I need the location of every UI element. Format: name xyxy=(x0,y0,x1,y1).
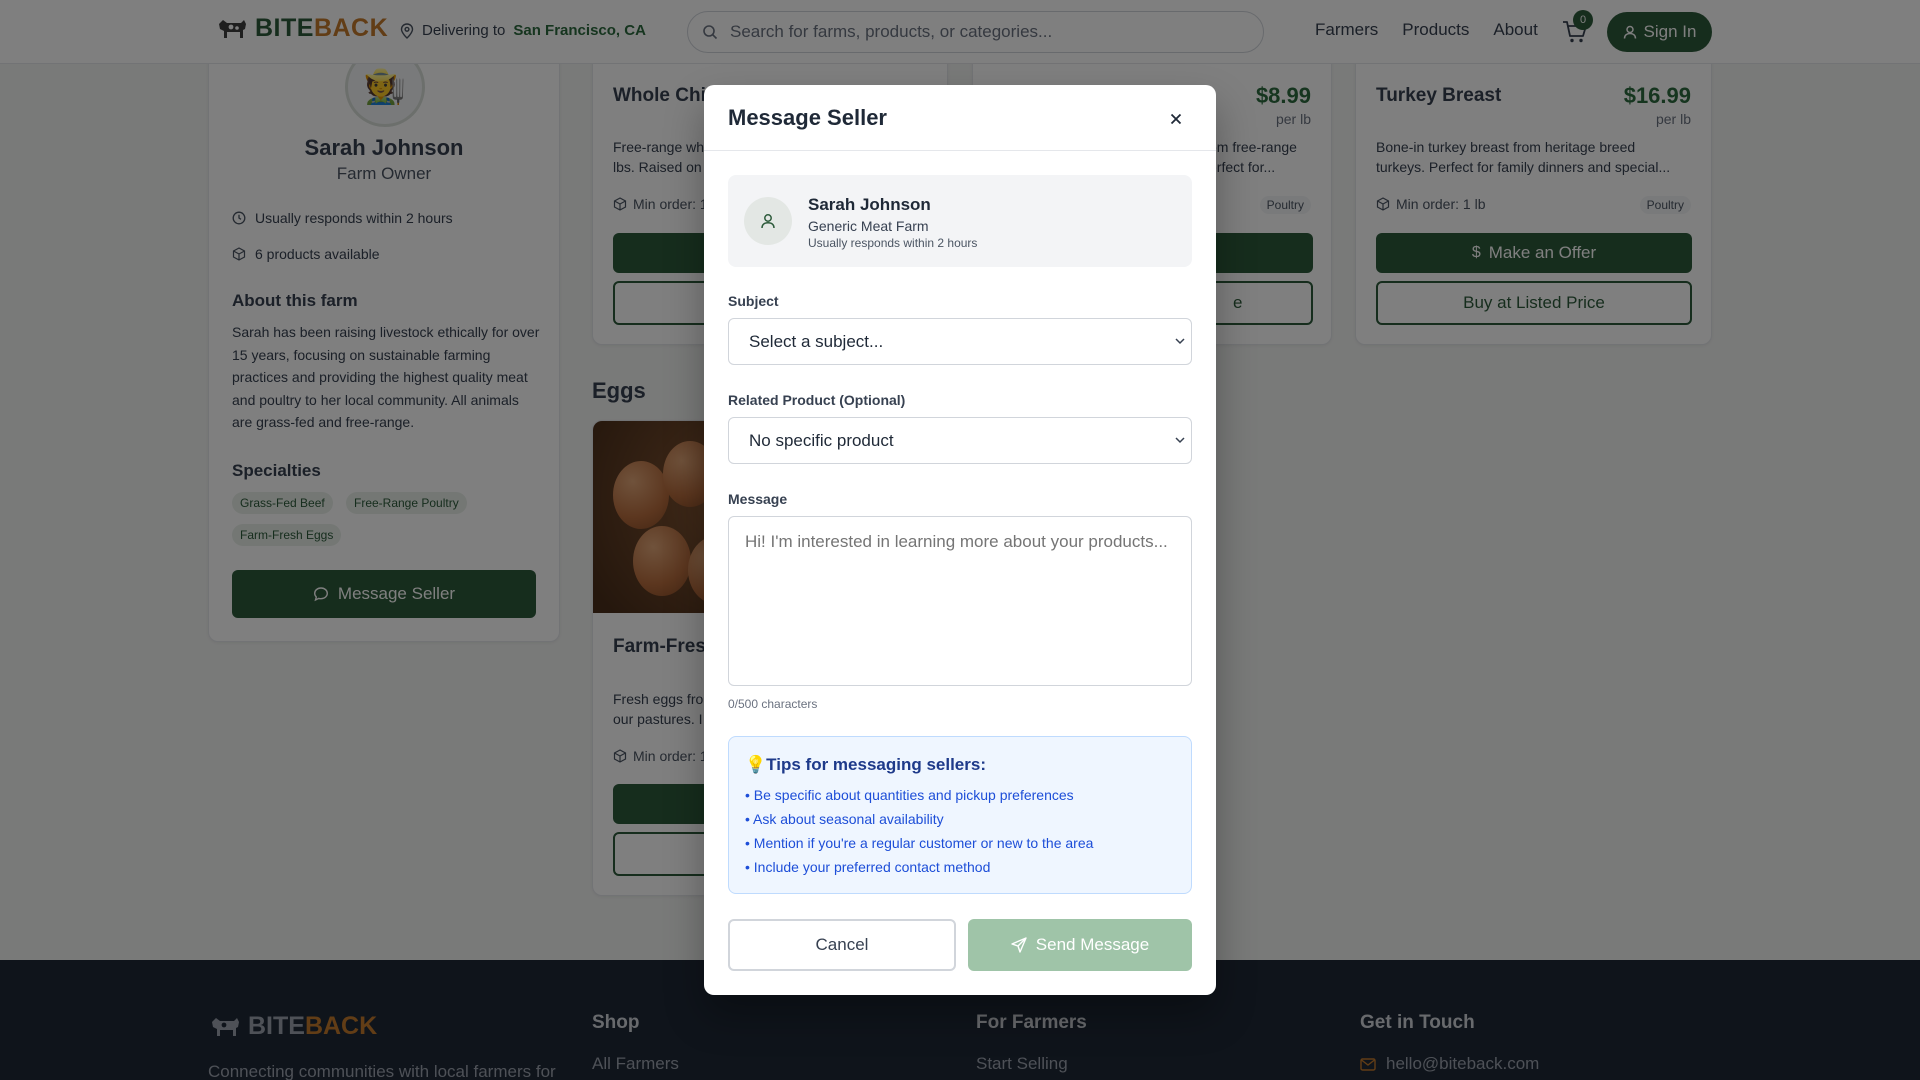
subject-select-value: Select a subject... xyxy=(749,331,884,351)
subject-label: Subject xyxy=(728,293,779,309)
related-product-value: No specific product xyxy=(749,430,894,450)
send-message-label: Send Message xyxy=(1035,935,1150,954)
seller-name: Sarah Johnson xyxy=(808,195,931,214)
character-count: 0/500 characters xyxy=(728,697,818,711)
modal-title: Message Seller xyxy=(728,105,887,130)
related-product-select[interactable]: No specific product xyxy=(728,417,1192,464)
seller-response-time: Usually responds within 2 hours xyxy=(808,236,978,250)
cancel-button[interactable]: Cancel xyxy=(728,919,956,971)
seller-farm-name: Generic Meat Farm xyxy=(808,218,929,234)
tip-item: • Include your preferred contact method xyxy=(745,859,991,875)
seller-avatar xyxy=(744,197,792,245)
chevron-down-icon xyxy=(1175,338,1185,345)
cancel-label: Cancel xyxy=(815,935,869,954)
chevron-down-icon xyxy=(1175,437,1185,444)
send-message-button[interactable]: Send Message xyxy=(968,919,1192,971)
modal-divider xyxy=(704,150,1216,151)
seller-info-box: Sarah Johnson Generic Meat Farm Usually … xyxy=(728,175,1192,267)
message-textarea[interactable] xyxy=(728,516,1192,686)
tip-item: • Mention if you're a regular customer o… xyxy=(745,835,1094,851)
message-seller-modal: Message Seller Sarah Johnson Generic Mea… xyxy=(704,85,1216,995)
close-icon xyxy=(1170,113,1182,125)
messaging-tips-box: 💡Tips for messaging sellers: • Be specif… xyxy=(728,736,1192,894)
close-modal-button[interactable] xyxy=(1162,105,1190,133)
send-icon xyxy=(1011,937,1027,953)
tips-title: 💡Tips for messaging sellers: xyxy=(745,755,986,774)
related-product-label: Related Product (Optional) xyxy=(728,392,906,408)
tip-item: • Be specific about quantities and picku… xyxy=(745,787,1074,803)
user-icon xyxy=(761,214,775,229)
message-label: Message xyxy=(728,491,788,507)
tip-item: • Ask about seasonal availability xyxy=(745,811,944,827)
subject-select[interactable]: Select a subject... xyxy=(728,318,1192,365)
